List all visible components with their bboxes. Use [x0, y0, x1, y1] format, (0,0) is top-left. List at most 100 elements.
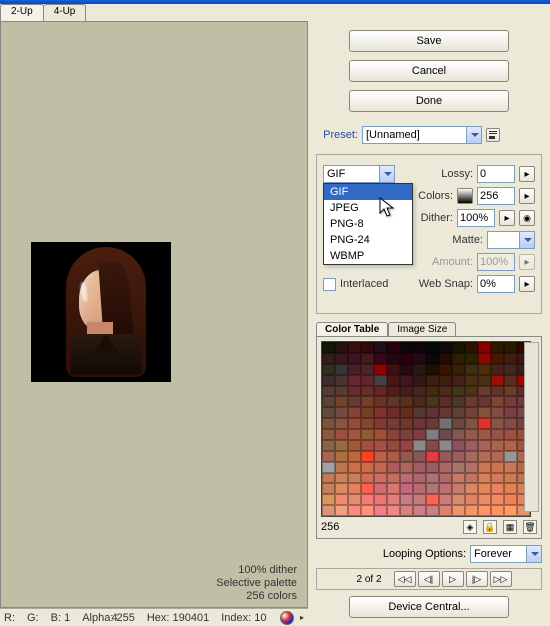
next-frame-button[interactable]: |▷: [466, 571, 488, 587]
color-swatch[interactable]: [504, 386, 517, 397]
color-swatch[interactable]: [322, 418, 335, 429]
color-swatch[interactable]: [478, 364, 491, 375]
color-swatch[interactable]: [452, 440, 465, 451]
color-swatch[interactable]: [322, 396, 335, 407]
color-swatch[interactable]: [335, 364, 348, 375]
color-swatch[interactable]: [400, 505, 413, 516]
color-swatch[interactable]: [491, 407, 504, 418]
dither-flyout-icon[interactable]: ▸: [499, 210, 515, 226]
color-swatch[interactable]: [335, 473, 348, 484]
play-button[interactable]: ▷: [442, 571, 464, 587]
color-swatch[interactable]: [478, 342, 491, 353]
color-swatch[interactable]: [361, 473, 374, 484]
color-swatch[interactable]: [504, 494, 517, 505]
color-swatch[interactable]: [478, 353, 491, 364]
color-swatch[interactable]: [400, 386, 413, 397]
color-swatch[interactable]: [452, 473, 465, 484]
color-swatch[interactable]: [387, 342, 400, 353]
color-swatch[interactable]: [361, 505, 374, 516]
color-swatch[interactable]: [348, 396, 361, 407]
color-swatch[interactable]: [413, 375, 426, 386]
first-frame-button[interactable]: ◁◁: [394, 571, 416, 587]
color-swatch[interactable]: [452, 418, 465, 429]
lossy-flyout-icon[interactable]: ▸: [519, 166, 535, 182]
color-swatch[interactable]: [465, 396, 478, 407]
color-swatch[interactable]: [348, 353, 361, 364]
color-swatch[interactable]: [374, 494, 387, 505]
color-swatch[interactable]: [426, 494, 439, 505]
color-swatch[interactable]: [335, 386, 348, 397]
color-swatch[interactable]: [335, 483, 348, 494]
color-swatch[interactable]: [374, 440, 387, 451]
color-swatch[interactable]: [374, 451, 387, 462]
color-swatch[interactable]: [491, 342, 504, 353]
color-swatch[interactable]: [465, 473, 478, 484]
color-swatch[interactable]: [413, 451, 426, 462]
color-swatch[interactable]: [348, 429, 361, 440]
color-swatch[interactable]: [361, 407, 374, 418]
color-swatch[interactable]: [491, 483, 504, 494]
color-swatch[interactable]: [491, 396, 504, 407]
color-swatch[interactable]: [426, 483, 439, 494]
color-swatch[interactable]: [374, 342, 387, 353]
preset-menu-icon[interactable]: [486, 128, 500, 142]
color-swatch[interactable]: [387, 375, 400, 386]
format-option-gif[interactable]: GIF: [324, 184, 412, 200]
color-swatch[interactable]: [322, 429, 335, 440]
cancel-button[interactable]: Cancel: [349, 60, 509, 82]
color-swatch[interactable]: [504, 353, 517, 364]
color-swatch[interactable]: [426, 353, 439, 364]
color-swatch[interactable]: [452, 364, 465, 375]
color-swatch[interactable]: [387, 407, 400, 418]
color-swatch[interactable]: [400, 429, 413, 440]
prev-frame-button[interactable]: ◁|: [418, 571, 440, 587]
color-swatch[interactable]: [335, 396, 348, 407]
color-swatch[interactable]: [387, 429, 400, 440]
color-swatch[interactable]: [426, 375, 439, 386]
color-swatch[interactable]: [413, 407, 426, 418]
preset-select[interactable]: [362, 126, 482, 144]
color-swatch[interactable]: [504, 473, 517, 484]
color-swatch[interactable]: [400, 396, 413, 407]
color-swatch[interactable]: [491, 429, 504, 440]
color-swatch[interactable]: [374, 396, 387, 407]
format-dropdown-list[interactable]: GIF JPEG PNG-8 PNG-24 WBMP: [323, 183, 413, 265]
color-swatch[interactable]: [439, 375, 452, 386]
color-swatch[interactable]: [491, 375, 504, 386]
color-swatch[interactable]: [465, 353, 478, 364]
color-swatch[interactable]: [465, 451, 478, 462]
color-swatch[interactable]: [439, 364, 452, 375]
color-swatch[interactable]: [504, 483, 517, 494]
color-swatch[interactable]: [400, 462, 413, 473]
color-swatch[interactable]: [465, 407, 478, 418]
color-swatch[interactable]: [439, 451, 452, 462]
color-swatch[interactable]: [413, 364, 426, 375]
color-swatch[interactable]: [439, 440, 452, 451]
color-swatch[interactable]: [465, 342, 478, 353]
color-swatch[interactable]: [387, 473, 400, 484]
color-swatch[interactable]: [348, 494, 361, 505]
color-swatch[interactable]: [504, 364, 517, 375]
color-swatch[interactable]: [465, 494, 478, 505]
color-swatch[interactable]: [400, 451, 413, 462]
color-swatch[interactable]: [348, 418, 361, 429]
color-swatch[interactable]: [322, 375, 335, 386]
color-swatch[interactable]: [361, 353, 374, 364]
color-swatch[interactable]: [400, 473, 413, 484]
color-swatch[interactable]: [491, 440, 504, 451]
color-swatch[interactable]: [348, 342, 361, 353]
color-swatch[interactable]: [452, 462, 465, 473]
color-swatch[interactable]: [439, 462, 452, 473]
color-swatch[interactable]: [335, 353, 348, 364]
color-swatch[interactable]: [322, 462, 335, 473]
color-swatch[interactable]: [439, 473, 452, 484]
color-swatch[interactable]: [413, 494, 426, 505]
color-swatch[interactable]: [400, 494, 413, 505]
color-swatch[interactable]: [452, 505, 465, 516]
color-swatch[interactable]: [478, 375, 491, 386]
color-swatch[interactable]: [387, 440, 400, 451]
color-swatch[interactable]: [400, 440, 413, 451]
new-color-icon[interactable]: ▦: [503, 520, 517, 534]
color-swatch[interactable]: [439, 418, 452, 429]
color-swatch[interactable]: [452, 342, 465, 353]
